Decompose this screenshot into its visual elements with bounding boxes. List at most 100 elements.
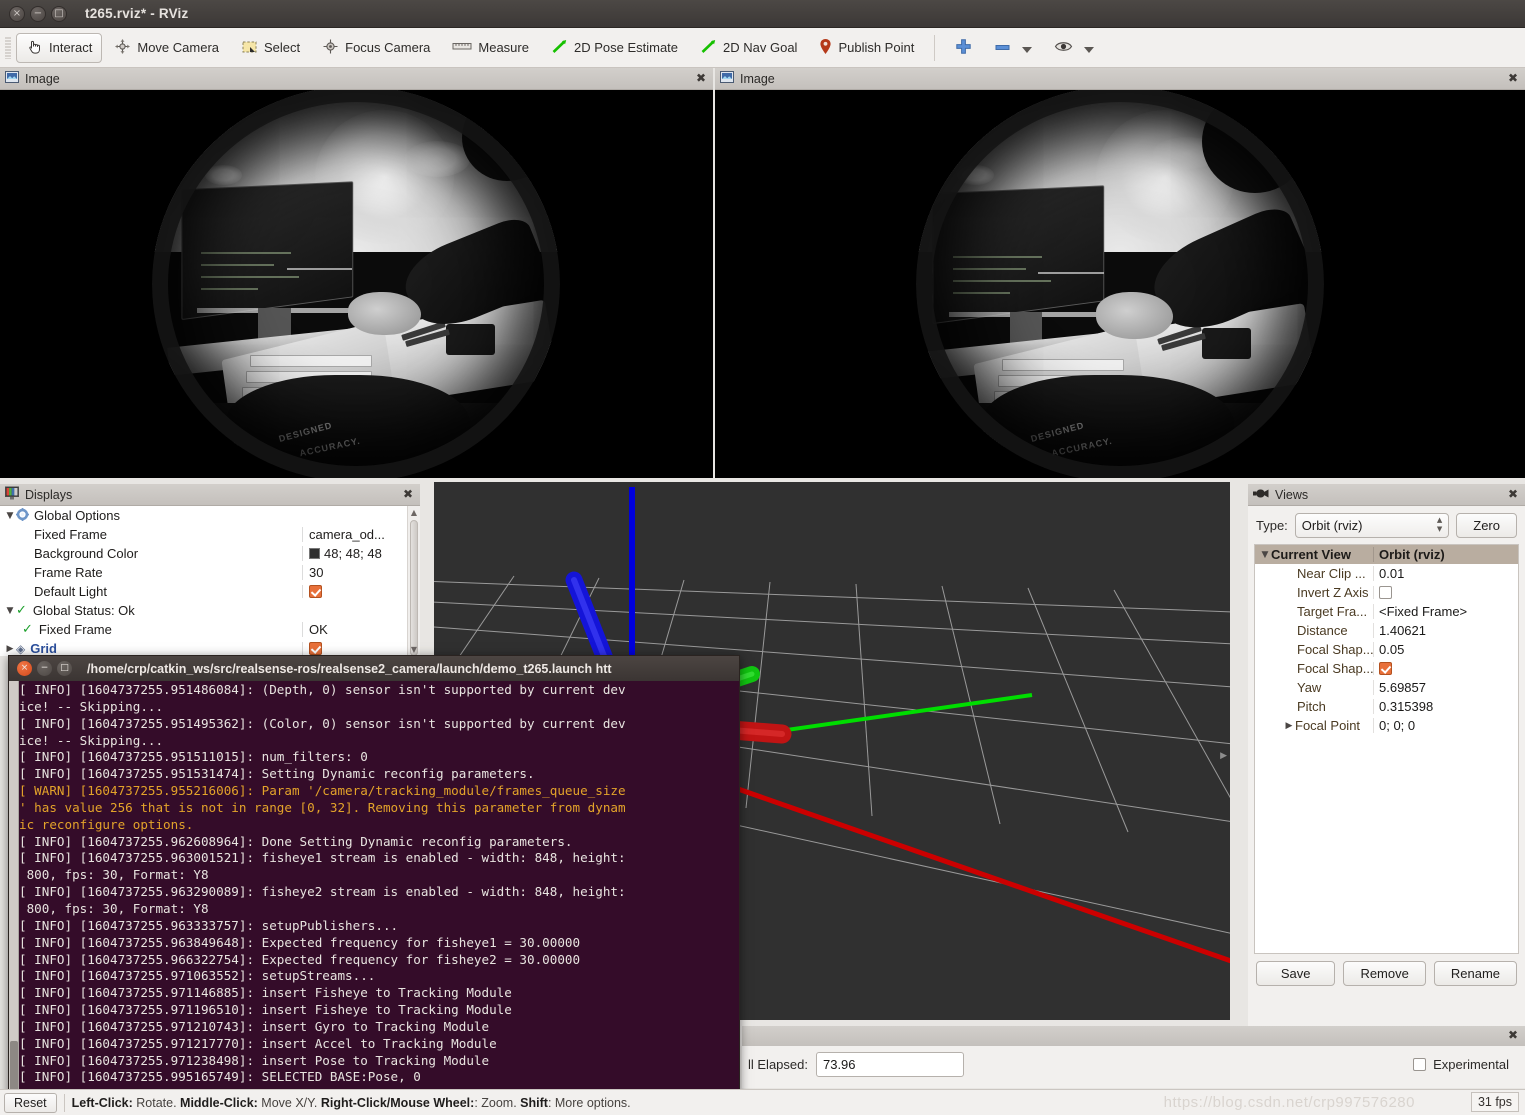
scroll-up-arrow-icon[interactable]: ▲ — [408, 506, 420, 519]
expander-triangle-right-icon[interactable]: ▶ — [1283, 721, 1295, 731]
views-row-invert-z-axis[interactable]: Invert Z Axis — [1255, 583, 1518, 602]
displays-tree[interactable]: ▼ Global Options Fix — [0, 506, 420, 656]
views-remove-button[interactable]: Remove — [1343, 961, 1425, 986]
close-icon[interactable]: ✖ — [1506, 72, 1520, 86]
view-expander-arrow-icon[interactable]: ▶ — [1220, 750, 1227, 761]
views-row-focal-point[interactable]: ▶ Focal Point 0; 0; 0 — [1255, 716, 1518, 735]
views-property-tree[interactable]: ▼ Current View Orbit (rviz) Near Clip ..… — [1254, 544, 1519, 954]
views-row-target-frame[interactable]: Target Fra... <Fixed Frame> — [1255, 602, 1518, 621]
image-panel-right-title: Image — [740, 72, 1506, 86]
views-row-pitch[interactable]: Pitch 0.315398 — [1255, 697, 1518, 716]
add-tool-button[interactable] — [945, 33, 982, 63]
display-row-fixed-frame[interactable]: Fixed Frame camera_od... — [0, 525, 420, 544]
window-close-button[interactable]: × — [9, 6, 25, 22]
toolbar-drag-handle[interactable] — [3, 37, 13, 59]
terminal-line: [ INFO] [1604737255.971217770]: insert A… — [19, 1036, 737, 1053]
views-row-distance[interactable]: Distance 1.40621 — [1255, 621, 1518, 640]
views-value-cell[interactable]: 0.01 — [1373, 566, 1518, 581]
views-row-current-view[interactable]: ▼ Current View Orbit (rviz) — [1255, 545, 1518, 564]
display-value[interactable]: 30 — [302, 565, 420, 580]
views-value-cell[interactable]: 5.69857 — [1373, 680, 1518, 695]
views-row-yaw[interactable]: Yaw 5.69857 — [1255, 678, 1518, 697]
display-row-background-color[interactable]: Background Color 48; 48; 48 — [0, 544, 420, 563]
display-row-default-light[interactable]: Default Light — [0, 582, 420, 601]
image-panel-left-header: Image ✖ — [0, 68, 713, 90]
terminal-close-button[interactable]: × — [17, 661, 32, 676]
terminal-output[interactable]: [ INFO] [1604737255.951486084]: (Depth, … — [9, 681, 739, 1101]
display-value[interactable]: camera_od... — [302, 527, 420, 542]
views-type-select[interactable]: Orbit (rviz) ▲▼ — [1295, 513, 1449, 538]
grid-enabled-checkbox[interactable] — [309, 642, 322, 655]
close-icon[interactable]: ✖ — [694, 72, 708, 86]
views-key-label: Near Clip ... — [1297, 566, 1366, 581]
remove-tool-button[interactable] — [984, 33, 1042, 63]
display-label: Background Color — [34, 546, 302, 561]
terminal-window[interactable]: × − □ /home/crp/catkin_ws/src/realsense-… — [8, 655, 740, 1100]
tool-publish-point-button[interactable]: Publish Point — [809, 33, 924, 63]
elapsed-value: 73.96 — [823, 1057, 856, 1072]
views-key-label: Focal Shap... — [1297, 661, 1373, 676]
toolbar-separator — [934, 35, 935, 61]
window-minimize-button[interactable]: − — [30, 6, 46, 22]
display-row-global-status[interactable]: ▼ ✓ Global Status: Ok — [0, 601, 420, 620]
tool-focus-camera-button[interactable]: Focus Camera — [312, 33, 440, 63]
expander-triangle-down-icon[interactable]: ▼ — [4, 606, 16, 616]
tool-measure-button[interactable]: Measure — [442, 33, 539, 63]
visibility-button[interactable] — [1044, 33, 1104, 63]
views-key-cell: Yaw — [1255, 680, 1373, 695]
views-value-cell[interactable]: 0.315398 — [1373, 699, 1518, 714]
views-value-cell[interactable]: <Fixed Frame> — [1373, 604, 1518, 619]
expander-triangle-down-icon[interactable]: ▼ — [1259, 550, 1271, 560]
views-row-focal-shape-fixed[interactable]: Focal Shap... — [1255, 659, 1518, 678]
tool-move-camera-button[interactable]: Move Camera — [104, 33, 229, 63]
chevron-down-icon[interactable] — [1084, 47, 1094, 53]
terminal-minimize-button[interactable]: − — [37, 661, 52, 676]
tool-interact-button[interactable]: Interact — [16, 33, 102, 63]
focal-shape-fixed-checkbox[interactable] — [1379, 662, 1392, 675]
close-icon[interactable]: ✖ — [401, 488, 415, 502]
invert-z-axis-checkbox[interactable] — [1379, 586, 1392, 599]
reset-button[interactable]: Reset — [4, 1093, 57, 1113]
close-icon[interactable]: ✖ — [1506, 488, 1520, 502]
views-value-cell[interactable]: 0; 0; 0 — [1373, 718, 1518, 733]
experimental-checkbox[interactable] — [1413, 1058, 1426, 1071]
tool-2d-nav-goal-button[interactable]: 2D Nav Goal — [690, 33, 807, 63]
tool-select-button[interactable]: Select — [231, 33, 310, 63]
display-row-frame-rate[interactable]: Frame Rate 30 — [0, 563, 420, 582]
views-key-label: Distance — [1297, 623, 1348, 638]
tool-2d-pose-estimate-button[interactable]: 2D Pose Estimate — [541, 33, 688, 63]
expander-triangle-right-icon[interactable]: ▶ — [4, 644, 16, 654]
display-row-global-options[interactable]: ▼ Global Options — [0, 506, 420, 525]
views-zero-button[interactable]: Zero — [1456, 513, 1517, 538]
terminal-line: [ INFO] [1604737255.971210743]: insert G… — [19, 1019, 737, 1036]
experimental-row[interactable]: Experimental — [1413, 1057, 1509, 1072]
check-icon: ✓ — [16, 603, 27, 618]
default-light-checkbox[interactable] — [309, 585, 322, 598]
views-row-near-clip[interactable]: Near Clip ... 0.01 — [1255, 564, 1518, 583]
elapsed-input[interactable]: 73.96 — [816, 1052, 964, 1077]
terminal-line: [ INFO] [1604737255.963290089]: fisheye2… — [19, 884, 737, 901]
terminal-maximize-button[interactable]: □ — [57, 661, 72, 676]
views-rename-button[interactable]: Rename — [1434, 961, 1517, 986]
window-maximize-button[interactable]: □ — [51, 6, 67, 22]
mouse-hint-segment: Move X/Y. — [258, 1096, 321, 1110]
expander-triangle-down-icon[interactable]: ▼ — [4, 511, 16, 521]
display-row-status-fixed-frame[interactable]: ✓ Fixed Frame OK — [0, 620, 420, 639]
spinner-arrows-icon[interactable]: ▲▼ — [1437, 517, 1442, 533]
tool-publish-point-label: Publish Point — [838, 40, 914, 55]
views-save-button[interactable]: Save — [1256, 961, 1335, 986]
display-value[interactable]: 48; 48; 48 — [302, 546, 420, 561]
chevron-down-icon[interactable] — [1022, 47, 1032, 53]
scrollbar-thumb[interactable] — [410, 520, 418, 656]
experimental-label: Experimental — [1433, 1057, 1509, 1072]
minus-icon — [994, 40, 1011, 55]
views-value-cell[interactable]: 0.05 — [1373, 642, 1518, 657]
views-value-cell[interactable]: 1.40621 — [1373, 623, 1518, 638]
plus-icon — [955, 38, 972, 58]
terminal-scrollbar[interactable] — [9, 681, 19, 1101]
views-row-focal-shape-size[interactable]: Focal Shap... 0.05 — [1255, 640, 1518, 659]
close-icon[interactable]: ✖ — [1506, 1029, 1520, 1043]
displays-scrollbar[interactable]: ▲ ▼ — [407, 506, 420, 656]
views-key-cell: Focal Shap... — [1255, 642, 1373, 657]
display-label: Grid — [30, 641, 302, 656]
